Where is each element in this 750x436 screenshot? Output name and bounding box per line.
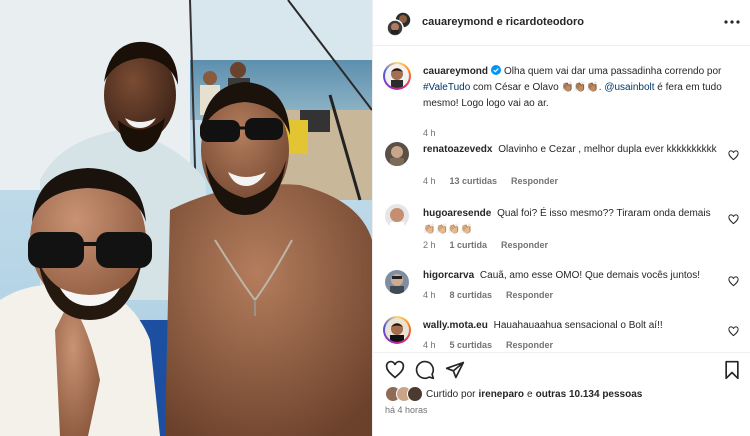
avatar xyxy=(407,386,423,402)
heart-icon[interactable] xyxy=(728,324,739,337)
post-authors[interactable]: cauareymond e ricardoteodoro xyxy=(422,16,584,28)
post-image xyxy=(0,0,372,436)
comment-time: 4 h xyxy=(423,176,436,186)
send-icon[interactable] xyxy=(445,360,465,380)
heart-icon[interactable] xyxy=(728,148,739,161)
avatar[interactable] xyxy=(385,270,409,294)
liker-username[interactable]: ireneparo xyxy=(478,389,524,400)
comment-time: 4 h xyxy=(423,340,436,350)
collab-avatars[interactable] xyxy=(386,11,412,37)
heart-icon[interactable] xyxy=(728,212,739,225)
more-icon[interactable] xyxy=(723,13,741,31)
comment-icon[interactable] xyxy=(415,360,435,380)
post-header: cauareymond e ricardoteodoro xyxy=(373,0,750,46)
post-photo[interactable] xyxy=(0,0,372,436)
reply-button[interactable]: Responder xyxy=(501,240,548,250)
mention-link[interactable]: @usainbolt xyxy=(604,82,654,93)
comment-text: wally.mota.eu Hauahauaahua sensacional o… xyxy=(423,318,723,334)
avatar[interactable] xyxy=(385,64,409,88)
caption-time: 4 h xyxy=(423,128,436,138)
caption-part-2: com César e Olavo 👏🏽👏🏽👏🏽. xyxy=(473,82,602,93)
post-panel: cauareymond e ricardoteodoro cauareymond… xyxy=(372,0,750,436)
comment-time: 2 h xyxy=(423,240,436,250)
likes-summary[interactable]: Curtido por ireneparo e outras 10.134 pe… xyxy=(385,385,645,403)
comment-username[interactable]: higorcarva xyxy=(423,270,474,281)
comment-text: renatoazevedx Olavinho e Cezar , melhor … xyxy=(423,142,723,158)
comment-body: Hauahauaahua sensacional o Bolt aí!! xyxy=(493,320,663,331)
liker-avatars xyxy=(385,386,423,402)
comment-meta: 4 h 13 curtidas Responder xyxy=(423,176,558,186)
likes-count[interactable]: outras 10.134 pessoas xyxy=(536,389,643,400)
reply-button[interactable]: Responder xyxy=(506,340,553,350)
reply-button[interactable]: Responder xyxy=(511,176,558,186)
reply-button[interactable]: Responder xyxy=(506,290,553,300)
heart-icon[interactable] xyxy=(385,360,405,380)
caption-meta: 4 h xyxy=(423,128,436,138)
comment-meta: 4 h 5 curtidas Responder xyxy=(423,340,553,350)
comment-meta: 4 h 8 curtidas Responder xyxy=(423,290,553,300)
likes-prefix: Curtido por xyxy=(426,388,476,400)
comment-likes[interactable]: 8 curtidas xyxy=(450,290,493,300)
heart-icon[interactable] xyxy=(728,274,739,287)
comment-body: Cauã, amo esse OMO! Que demais vocês jun… xyxy=(479,270,701,281)
comment-likes[interactable]: 5 curtidas xyxy=(450,340,493,350)
comment-username[interactable]: renatoazevedx xyxy=(423,144,492,155)
comment-meta: 2 h 1 curtida Responder xyxy=(423,240,548,250)
caption-part-1: Olha quem vai dar uma passadinha corrend… xyxy=(504,66,722,77)
post-time: há 4 horas xyxy=(385,405,428,415)
comment-likes[interactable]: 13 curtidas xyxy=(450,176,498,186)
avatar[interactable] xyxy=(385,142,409,166)
bookmark-icon[interactable] xyxy=(723,360,743,380)
comment-text: higorcarva Cauã, amo esse OMO! Que demai… xyxy=(423,268,723,284)
hashtag-link[interactable]: #ValeTudo xyxy=(423,82,470,93)
comment-text: hugoaresende Qual foi? É isso mesmo?? Ti… xyxy=(423,206,723,238)
caption-username[interactable]: cauareymond xyxy=(423,66,488,77)
comment-time: 4 h xyxy=(423,290,436,300)
comment-body: Olavinho e Cezar , melhor dupla ever kkk… xyxy=(498,144,717,155)
comments-section[interactable]: cauareymond Olha quem vai dar uma passadi… xyxy=(373,46,750,352)
avatar[interactable] xyxy=(385,204,409,228)
avatar[interactable] xyxy=(385,318,409,342)
likes-middle: e xyxy=(527,388,533,400)
comment-username[interactable]: wally.mota.eu xyxy=(423,320,488,331)
caption-text: cauareymond Olha quem vai dar uma passadi… xyxy=(423,64,723,112)
comment-username[interactable]: hugoaresende xyxy=(423,208,491,219)
comment-likes[interactable]: 1 curtida xyxy=(450,240,488,250)
verified-badge-icon xyxy=(491,65,502,75)
action-bar xyxy=(373,352,750,382)
